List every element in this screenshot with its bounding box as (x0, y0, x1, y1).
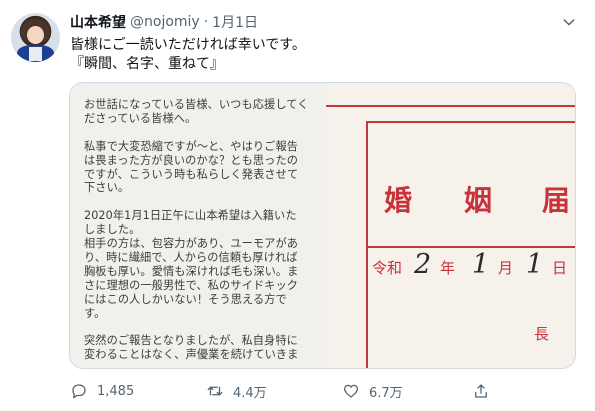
retweet-icon (207, 386, 223, 396)
tweet-text-line: 『瞬間、名字、重ねて』 (70, 56, 224, 72)
tweet-text-line: 皆様にご一読いただければ幸いです。 (70, 37, 306, 53)
form-day-label: 日 (552, 259, 568, 277)
form-rule (326, 105, 575, 107)
reply-count: 1,485 (97, 383, 135, 399)
share-button[interactable] (472, 379, 490, 403)
avatar-collar (29, 47, 42, 61)
tweet-media[interactable]: お世話になっている皆様、いつも応援してく ださっている皆様へ。 私事で大変恐縮で… (69, 82, 576, 369)
note-paragraph: 突然のご報告となりましたが、私自身特に 変わることはなく、声優業を続けていきま (84, 334, 299, 362)
reply-button[interactable]: 1,485 (70, 379, 134, 403)
retweet-button[interactable]: 4.4万 (206, 379, 267, 403)
tweet-actions: 1,485 4.4万 6.7万 (70, 379, 520, 403)
note-paragraph: 2020年1月1日正午に山本希望は入籍いた しました。 相手の方は、包容力があり… (84, 209, 299, 320)
heart-icon (343, 384, 359, 398)
tweet[interactable]: 山本希望 @nojomiy · 1月1日 皆様にご一読いただければ幸いです。 『… (0, 0, 595, 411)
form-era-label: 令和 (372, 259, 403, 277)
form-rule (366, 246, 575, 248)
more-options-button[interactable] (558, 11, 580, 33)
avatar[interactable] (11, 13, 60, 62)
tweet-date[interactable]: 1月1日 (212, 12, 258, 32)
form-title-char: 届 (542, 184, 571, 217)
tweet-header: 山本希望 @nojomiy · 1月1日 (70, 12, 258, 32)
form-bottom-label: 長 (534, 325, 550, 343)
form-month-handwritten: 1 (472, 249, 490, 280)
form-year-label: 年 (440, 259, 456, 277)
retweet-count: 4.4万 (233, 385, 267, 401)
author-handle[interactable]: @nojomiy (130, 14, 200, 30)
author-name[interactable]: 山本希望 (70, 12, 126, 32)
like-button[interactable]: 6.7万 (342, 379, 403, 403)
form-year-handwritten: 2 (414, 249, 432, 280)
form-title-char: 婚 (384, 184, 413, 217)
header-separator: · (203, 14, 209, 30)
announcement-note-image[interactable]: お世話になっている皆様、いつも応援してく ださっている皆様へ。 私事で大変恐縮で… (70, 83, 326, 368)
form-title-char: 姻 (464, 184, 493, 217)
form-month-label: 月 (498, 259, 514, 277)
chevron-down-icon (563, 19, 575, 26)
form-day-handwritten: 1 (526, 249, 544, 280)
note-paragraph: 私事で大変恐縮ですが〜と、やはりご報告 は畏まった方が良いのかな？とも思ったの … (84, 139, 299, 195)
like-count: 6.7万 (369, 385, 403, 401)
form-rule (366, 121, 575, 123)
marriage-form-image[interactable]: 婚 姻 届 令和 2 年 1 月 1 日 長 (326, 83, 575, 368)
tweet-text: 皆様にご一読いただければ幸いです。 『瞬間、名字、重ねて』 (70, 36, 580, 74)
avatar-face (27, 26, 44, 44)
note-paragraph: お世話になっている皆様、いつも応援してく ださっている皆様へ。 (84, 98, 309, 125)
form-rule (366, 121, 368, 368)
share-icon (475, 384, 487, 398)
reply-icon (72, 384, 86, 399)
